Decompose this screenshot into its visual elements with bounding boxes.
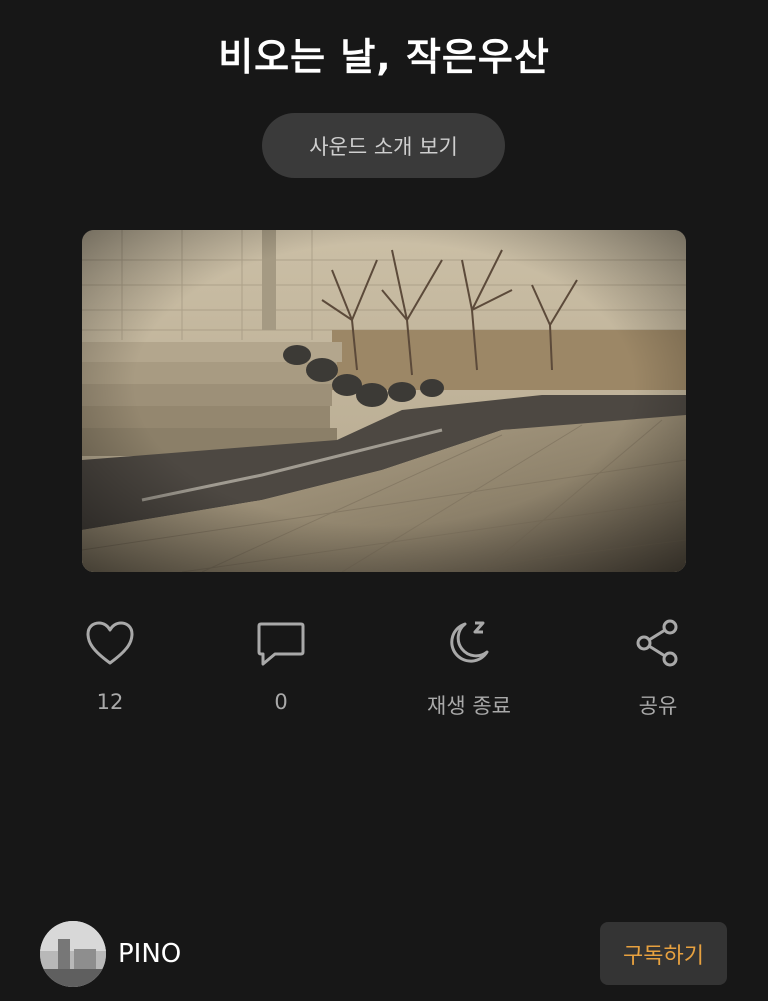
- moon-sleep-icon: [404, 612, 534, 674]
- comment-button[interactable]: 0: [216, 612, 346, 714]
- sound-intro-button[interactable]: 사운드 소개 보기: [262, 113, 505, 178]
- page-title: 비오는 날, 작은우산: [218, 35, 550, 79]
- share-label: 공유: [638, 694, 678, 718]
- like-button[interactable]: 12: [45, 612, 175, 714]
- sleep-timer-label: 재생 종료: [427, 694, 511, 718]
- heart-icon: [45, 612, 175, 674]
- creator-profile[interactable]: PINO: [40, 921, 181, 987]
- comment-icon: [216, 612, 346, 674]
- creator-name: PINO: [118, 939, 182, 969]
- avatar: [40, 921, 106, 987]
- share-button[interactable]: 공유: [593, 612, 723, 720]
- cover-image: [82, 230, 686, 572]
- subscribe-button[interactable]: 구독하기: [600, 922, 727, 985]
- share-icon: [593, 612, 723, 674]
- comment-count: 0: [274, 690, 288, 714]
- sleep-timer-button[interactable]: 재생 종료: [404, 612, 534, 720]
- like-count: 12: [96, 690, 124, 714]
